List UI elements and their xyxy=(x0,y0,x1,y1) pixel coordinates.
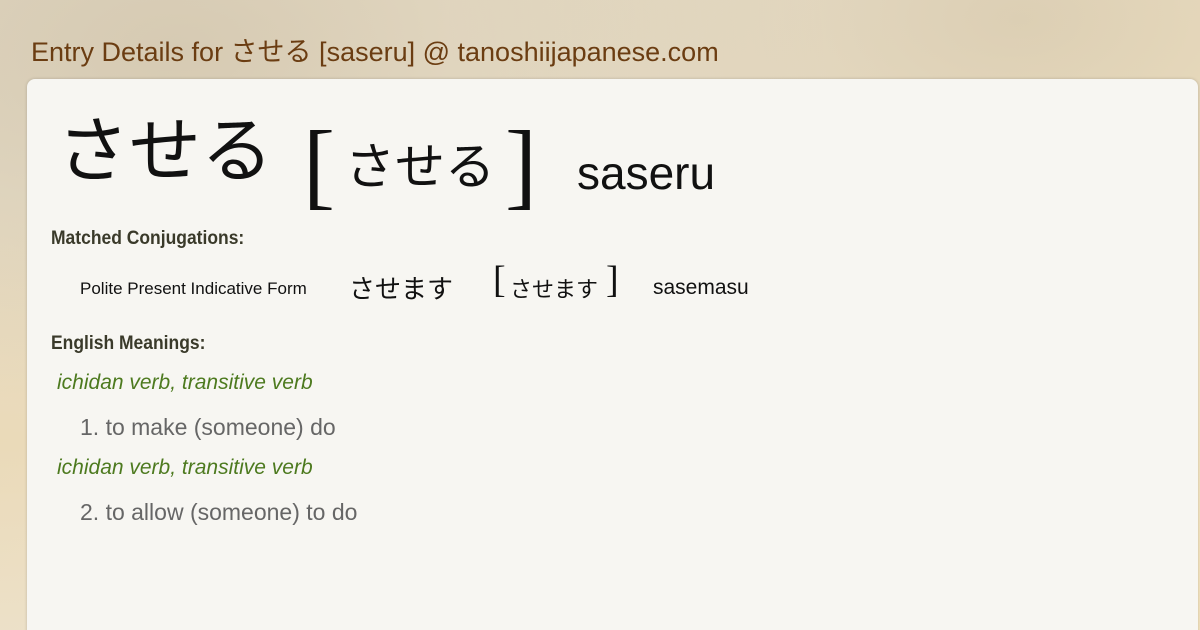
reading-open-bracket: [ xyxy=(303,111,335,218)
conjugation-form: Polite Present Indicative Form xyxy=(80,279,307,298)
conjugation-open-bracket: [ xyxy=(493,259,506,301)
conjugation-romaji: sasemasu xyxy=(653,276,749,299)
conjugations-heading: Matched Conjugations: xyxy=(51,228,245,249)
conjugation-reading: させます xyxy=(510,278,599,303)
conjugation-close-bracket: ] xyxy=(606,259,619,301)
entry-word: させる xyxy=(57,109,274,193)
entry-reading: させる xyxy=(345,138,495,196)
page-title: Entry Details for させる [saseru] @ tanoshi… xyxy=(31,37,719,67)
part-of-speech: ichidan verb, transitive verb xyxy=(57,456,313,479)
meaning-text: 1. to make (someone) do xyxy=(80,414,336,440)
entry-card: させる [ させる ] saseru Matched Conjugations:… xyxy=(27,79,1198,630)
conjugation-word[interactable]: させます xyxy=(349,269,453,306)
reading-close-bracket: ] xyxy=(505,111,537,218)
part-of-speech: ichidan verb, transitive verb xyxy=(57,371,313,394)
entry-romaji: saseru xyxy=(577,147,716,199)
meaning-text: 2. to allow (someone) to do xyxy=(80,499,358,525)
meanings-heading: English Meanings: xyxy=(51,333,206,354)
